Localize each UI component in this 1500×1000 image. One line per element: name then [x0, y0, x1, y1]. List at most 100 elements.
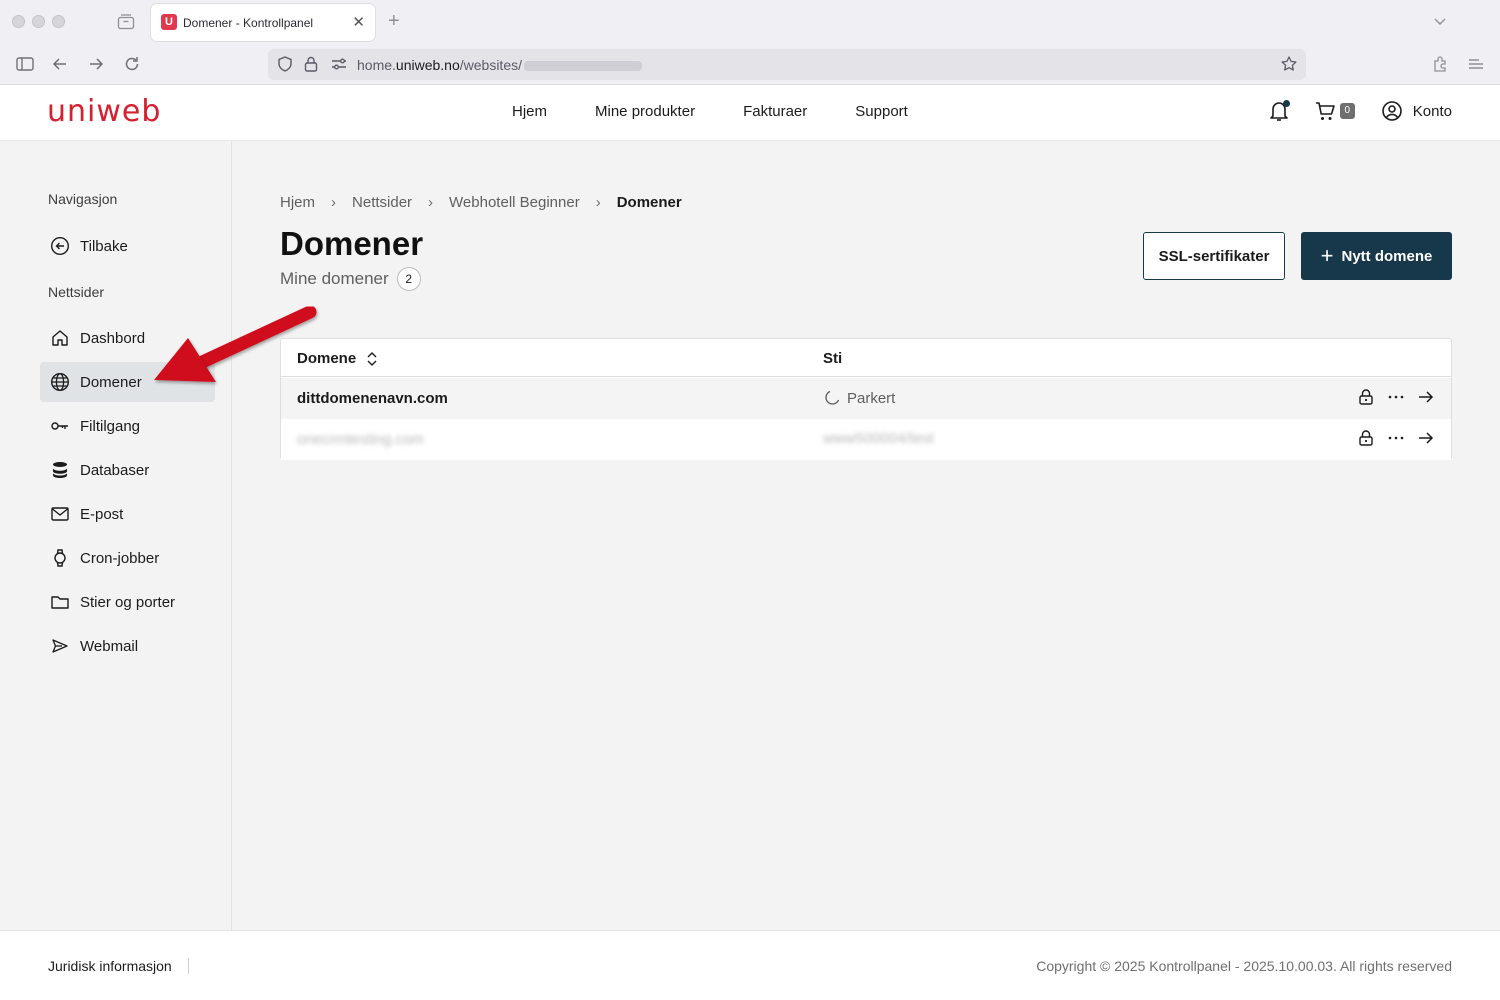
forward-arrow-icon[interactable] [86, 54, 106, 74]
sidebar-item-epost[interactable]: E-post [40, 494, 215, 534]
site-header: uniweb Hjem Mine produkter Fakturaer Sup… [0, 85, 1500, 141]
breadcrumb: Hjem › Nettsider › Webhotell Beginner › … [280, 194, 682, 211]
window-zoom-button[interactable] [52, 15, 65, 28]
back-circle-icon [50, 236, 70, 256]
copyright-text: Copyright © 2025 Kontrollpanel - 2025.10… [1036, 958, 1452, 974]
header-actions: 0 Konto [1268, 99, 1452, 123]
table-row[interactable]: dittdomenenavn.com Parkert [281, 378, 1451, 419]
table-header: Domene Sti [281, 339, 1451, 377]
annotation-arrow-icon [154, 305, 317, 382]
lock-icon[interactable] [303, 55, 319, 73]
send-icon [52, 639, 68, 653]
url-text[interactable]: home.uniweb.no/websites/ [357, 57, 642, 73]
chevron-right-icon: › [595, 194, 601, 211]
sidebar-item-label: Webmail [80, 637, 139, 655]
sidebar: Navigasjon Tilbake Nettsider Dashbord Do… [0, 141, 232, 930]
notifications-bell-icon[interactable] [1268, 99, 1290, 123]
page-title: Domener [280, 225, 424, 262]
browser-tabbar: U Domener - Kontrollpanel ✕ + [0, 0, 1500, 44]
domain-path: Parkert [823, 389, 895, 407]
new-domain-label: Nytt domene [1341, 247, 1433, 265]
browser-tab-active[interactable]: U Domener - Kontrollpanel ✕ [151, 4, 375, 41]
window-minimize-button[interactable] [32, 15, 45, 28]
address-bar[interactable]: home.uniweb.no/websites/ [268, 49, 1306, 80]
main-nav: Hjem Mine produkter Fakturaer Support [512, 103, 908, 120]
arrow-right-icon[interactable] [1417, 429, 1435, 447]
notification-dot [1282, 100, 1290, 107]
lock-icon[interactable] [1357, 429, 1375, 447]
sidebar-item-label: Filtilgang [80, 417, 141, 435]
browser-navbar: home.uniweb.no/websites/ [0, 44, 1500, 84]
sidebar-item-label: Domener [80, 373, 142, 391]
account-label: Konto [1412, 102, 1452, 120]
path-status: Parkert [847, 389, 896, 407]
sidebar-item-cron-jobber[interactable]: Cron-jobber [40, 538, 215, 578]
sidebar-item-label: Cron-jobber [80, 549, 160, 567]
site-permissions-icon[interactable] [330, 56, 348, 72]
sidebar-section-websites: Nettsider [48, 284, 105, 300]
row-actions [1357, 388, 1435, 406]
domain-name-redacted[interactable]: onecrmtesting.com [297, 431, 424, 448]
sidebar-item-filtilgang[interactable]: Filtilgang [40, 406, 215, 446]
nav-fakturaer[interactable]: Fakturaer [743, 103, 807, 120]
watch-icon [54, 549, 66, 567]
sidebar-item-stier-og-porter[interactable]: Stier og porter [40, 582, 215, 622]
row-actions [1357, 429, 1435, 447]
new-tab-icon[interactable]: + [388, 10, 400, 33]
sidebar-toggle-icon[interactable] [15, 54, 35, 74]
mail-icon [51, 507, 69, 521]
sort-icon[interactable] [366, 351, 378, 367]
account-button[interactable]: Konto [1381, 100, 1452, 122]
domain-path-redacted: www500004/test [823, 430, 934, 447]
subtitle-text: Mine domener [280, 269, 389, 288]
chevron-down-icon[interactable] [1432, 13, 1448, 29]
back-arrow-icon[interactable] [50, 54, 70, 74]
url-redacted [524, 61, 642, 72]
chevron-right-icon: › [331, 194, 337, 211]
moon-icon [825, 390, 840, 405]
table-row[interactable]: onecrmtesting.com www500004/test [281, 419, 1451, 460]
database-icon [53, 462, 67, 478]
breadcrumb-current: Domener [616, 194, 682, 211]
sidebar-item-databaser[interactable]: Databaser [40, 450, 215, 490]
more-options-icon[interactable] [1387, 388, 1405, 406]
breadcrumb-hjem[interactable]: Hjem [280, 194, 315, 211]
window-close-button[interactable] [12, 15, 25, 28]
tab-close-icon[interactable]: ✕ [352, 13, 365, 31]
main-content: Hjem › Nettsider › Webhotell Beginner › … [232, 141, 1500, 930]
lock-icon[interactable] [1357, 388, 1375, 406]
breadcrumb-nettsider[interactable]: Nettsider [352, 194, 412, 211]
globe-icon [50, 372, 70, 392]
domain-count-badge: 2 [396, 267, 421, 291]
more-options-icon[interactable] [1387, 429, 1405, 447]
sidebar-item-label: Databaser [80, 461, 150, 479]
folder-icon [51, 596, 69, 609]
uniweb-logo[interactable]: uniweb [47, 94, 161, 129]
key-icon [51, 422, 68, 430]
legal-info-link[interactable]: Juridisk informasjon [48, 958, 189, 974]
menu-icon[interactable] [1466, 54, 1486, 74]
nav-mine-produkter[interactable]: Mine produkter [595, 103, 695, 120]
uniweb-favicon-icon: U [161, 14, 177, 30]
tab-groups-icon[interactable] [117, 13, 135, 30]
cart-button[interactable]: 0 [1314, 100, 1355, 122]
reload-icon[interactable] [122, 54, 142, 74]
new-domain-button[interactable]: + Nytt domene [1301, 232, 1452, 280]
sidebar-item-back[interactable]: Tilbake [40, 226, 215, 266]
sidebar-item-label: E-post [80, 505, 124, 523]
footer: Juridisk informasjon Copyright © 2025 Ko… [0, 930, 1500, 1000]
home-icon [52, 330, 68, 346]
sidebar-item-webmail[interactable]: Webmail [40, 626, 215, 666]
nav-hjem[interactable]: Hjem [512, 103, 547, 120]
bookmark-star-icon[interactable] [1280, 55, 1298, 73]
nav-support[interactable]: Support [855, 103, 908, 120]
ssl-certificates-button[interactable]: SSL-sertifikater [1143, 232, 1285, 280]
cart-icon [1315, 102, 1335, 120]
extensions-icon[interactable] [1430, 54, 1450, 74]
arrow-right-icon[interactable] [1417, 388, 1435, 406]
sidebar-section-navigation: Navigasjon [48, 191, 118, 207]
breadcrumb-webhotell[interactable]: Webhotell Beginner [449, 194, 580, 211]
sidebar-item-label: Dashbord [80, 329, 146, 347]
shield-icon[interactable] [276, 55, 294, 73]
browser-chrome: U Domener - Kontrollpanel ✕ + home.uniwe… [0, 0, 1500, 85]
